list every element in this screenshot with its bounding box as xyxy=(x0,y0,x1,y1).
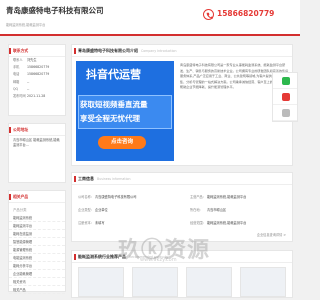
phone-float-button[interactable] xyxy=(273,89,297,105)
address-title: 公司地址 xyxy=(9,124,65,136)
recommend-card[interactable] xyxy=(240,267,286,297)
business-row: 企业类型: 企业单位 所在地: 青岛市崂山区 xyxy=(78,204,288,217)
address-panel: 公司地址 青岛市崂山区 能耗监测系统,能耗监测平台... xyxy=(8,123,66,183)
business-row: 公司名称: 青岛康盛特电子科技有限公司 主营产品: 能耗监测系统,能耗监测平台 xyxy=(78,191,288,204)
arrow-up-icon xyxy=(282,109,290,117)
banner-headline: 抖音代运营 xyxy=(86,68,141,81)
business-value: 青岛市崂山区 xyxy=(207,208,227,212)
consult-button[interactable]: 点击咨询 xyxy=(98,136,146,149)
product-link[interactable]: 相关产品 xyxy=(9,286,65,294)
contact-title: 联系方式 xyxy=(9,45,65,57)
header-divider xyxy=(0,34,300,36)
contact-row: 发布时间2021.11.28 xyxy=(9,93,65,100)
contact-panel: 联系方式 联系人 刘先生 手机 15866820779 电话 15866820779 邮箱 -… xyxy=(8,44,66,116)
intro-title: 青岛康盛特电子科技有限公司介绍 Company Introduction xyxy=(72,45,292,57)
intro-title-text: 青岛康盛特电子科技有限公司介绍 xyxy=(78,48,138,53)
business-value: 能耗监测系统,能耗监测平台 xyxy=(207,195,247,199)
business-title-en: Business information xyxy=(97,177,131,181)
product-link[interactable]: 能耗监测平台 xyxy=(9,222,65,230)
business-value: 企业单位 xyxy=(95,208,108,212)
contact-value: -- xyxy=(27,79,30,84)
float-contact-bar xyxy=(272,72,298,122)
recommend-card[interactable] xyxy=(78,267,124,297)
business-key: 所在地: xyxy=(190,208,201,212)
business-value: 青岛康盛特电子科技有限公司 xyxy=(95,195,137,199)
product-link[interactable]: 能耗在线监测 xyxy=(9,230,65,238)
business-key: 企业类型: xyxy=(78,208,92,212)
site-header: 青岛康盛特电子科技有限公司 能耗监测系统,能耗监测平台 15866820779 xyxy=(0,0,300,34)
contact-key: 邮箱 xyxy=(13,79,20,84)
business-more-link[interactable]: 企业信息查询详情 > xyxy=(257,232,286,237)
business-key: 主营产品: xyxy=(190,195,204,199)
contact-key: 手机 xyxy=(13,65,20,70)
contact-row: QQ -- xyxy=(9,86,65,93)
contact-row: 联系人 刘先生 xyxy=(9,57,65,64)
product-link[interactable]: 智慧能源管理 xyxy=(9,238,65,246)
product-link[interactable]: 企业能耗管理 xyxy=(9,270,65,278)
products-panel: 相关产品 产品分类 能耗监测系统 能耗监测平台 能耗在线监测 智慧能源管理 能源管理系统… xyxy=(8,190,66,294)
contact-row: 手机 15866820779 xyxy=(9,64,65,71)
wechat-icon xyxy=(282,77,290,85)
wechat-button[interactable] xyxy=(273,73,297,89)
business-title: 工商信息 Business information xyxy=(72,173,292,185)
contact-value: -- xyxy=(27,86,30,91)
product-link[interactable]: 相关资讯 xyxy=(9,278,65,286)
business-row: 注册资本: 未填写 经营范围: 能耗监测系统,能耗监测平台 xyxy=(78,217,288,230)
address-text: 青岛市崂山区 能耗监测系统,能耗监测平台... xyxy=(13,138,60,148)
phone-icon xyxy=(203,9,214,20)
ad-banner[interactable]: 抖音代运营 获取短视频垂直流量 享受全程无忧代理 点击咨询 xyxy=(76,61,174,161)
contact-value: 2021.11.28 xyxy=(27,93,46,98)
company-name[interactable]: 青岛康盛特电子科技有限公司 xyxy=(6,5,104,16)
products-title: 相关产品 xyxy=(9,191,65,203)
banner-line-1: 获取短视频垂直流量 xyxy=(80,100,148,109)
phone-float-icon xyxy=(282,93,290,101)
product-link[interactable]: 能耗分析平台 xyxy=(9,262,65,270)
business-grid: 公司名称: 青岛康盛特电子科技有限公司 主营产品: 能耗监测系统,能耗监测平台 企业类型… xyxy=(78,191,288,230)
contact-key: 联系人 xyxy=(13,58,23,62)
business-value: 能耗监测系统,能耗监测平台 xyxy=(207,221,247,225)
business-key: 注册资本: xyxy=(78,221,92,225)
business-key: 经营范围: xyxy=(190,221,204,225)
business-key: 公司名称: xyxy=(78,195,92,199)
intro-title-en: Company Introduction xyxy=(141,49,177,53)
intro-panel: 青岛康盛特电子科技有限公司介绍 Company Introduction 抖音代运… xyxy=(71,44,293,166)
contact-value: 15866820779 xyxy=(27,72,50,77)
recommend-card[interactable] xyxy=(132,267,178,297)
contact-row: 邮箱 -- xyxy=(9,79,65,86)
contact-value: 15866820779 xyxy=(27,65,50,70)
header-phone[interactable]: 15866820779 xyxy=(217,9,274,18)
product-link[interactable]: 能耗监测系统 xyxy=(9,214,65,222)
business-title-text: 工商信息 xyxy=(78,176,94,181)
products-label: 产品分类 xyxy=(13,208,27,212)
product-link[interactable]: 能源管理系统 xyxy=(9,246,65,254)
contact-row: 电话 15866820779 xyxy=(9,71,65,78)
contact-key: QQ xyxy=(13,86,19,91)
contact-key: 发布时间 xyxy=(13,93,26,98)
banner-line-2: 享受全程无忧代理 xyxy=(80,114,140,123)
contact-value: 刘先生 xyxy=(27,58,37,62)
recommend-card[interactable] xyxy=(186,267,232,297)
business-value: 未填写 xyxy=(95,221,105,225)
product-link[interactable]: 电能监测系统 xyxy=(9,254,65,262)
top-button[interactable] xyxy=(273,105,297,121)
watermark-url: www.9kzy.com xyxy=(140,257,177,263)
company-slogan: 能耗监测系统,能耗监测平台 xyxy=(6,23,46,27)
contact-key: 电话 xyxy=(13,72,20,77)
